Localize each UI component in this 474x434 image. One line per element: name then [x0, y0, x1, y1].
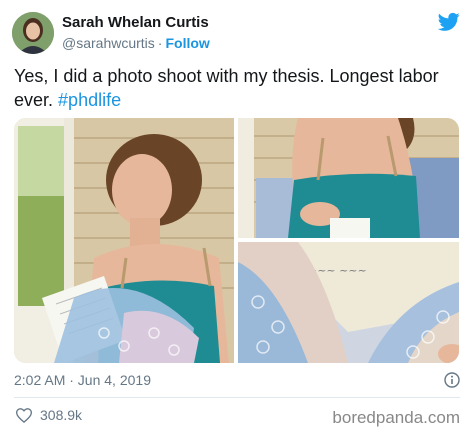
- watermark: boredpanda.com: [332, 408, 460, 427]
- photo-torso-teal-top[interactable]: [238, 118, 459, 238]
- author-name[interactable]: Sarah Whelan Curtis: [62, 14, 209, 31]
- divider: [14, 397, 460, 398]
- photo-thesis-in-blanket[interactable]: ~~~ ~~~: [238, 242, 459, 363]
- author-handle[interactable]: @sarahwcurtis: [62, 35, 155, 51]
- photo-woman-with-thesis[interactable]: [14, 118, 234, 363]
- avatar[interactable]: [12, 12, 54, 54]
- like-button[interactable]: 308.9k: [16, 407, 82, 423]
- like-count: 308.9k: [40, 407, 83, 423]
- tweet-timestamp[interactable]: 2:02 AM · Jun 4, 2019: [14, 372, 151, 388]
- heart-icon: [16, 407, 32, 423]
- tweet-card: Sarah Whelan Curtis @sarahwcurtis · Follow…: [0, 0, 474, 434]
- twitter-bird-icon[interactable]: [438, 12, 460, 32]
- hashtag-link[interactable]: #phdlife: [58, 90, 121, 110]
- info-icon[interactable]: [444, 372, 460, 388]
- follow-button[interactable]: Follow: [165, 35, 209, 51]
- photo-grid: ~~~ ~~~: [14, 118, 459, 363]
- tweet-text: Yes, I did a photo shoot with my thesis.…: [14, 64, 458, 112]
- author-handle-row: @sarahwcurtis · Follow: [62, 35, 210, 51]
- separator-dot: ·: [157, 35, 163, 51]
